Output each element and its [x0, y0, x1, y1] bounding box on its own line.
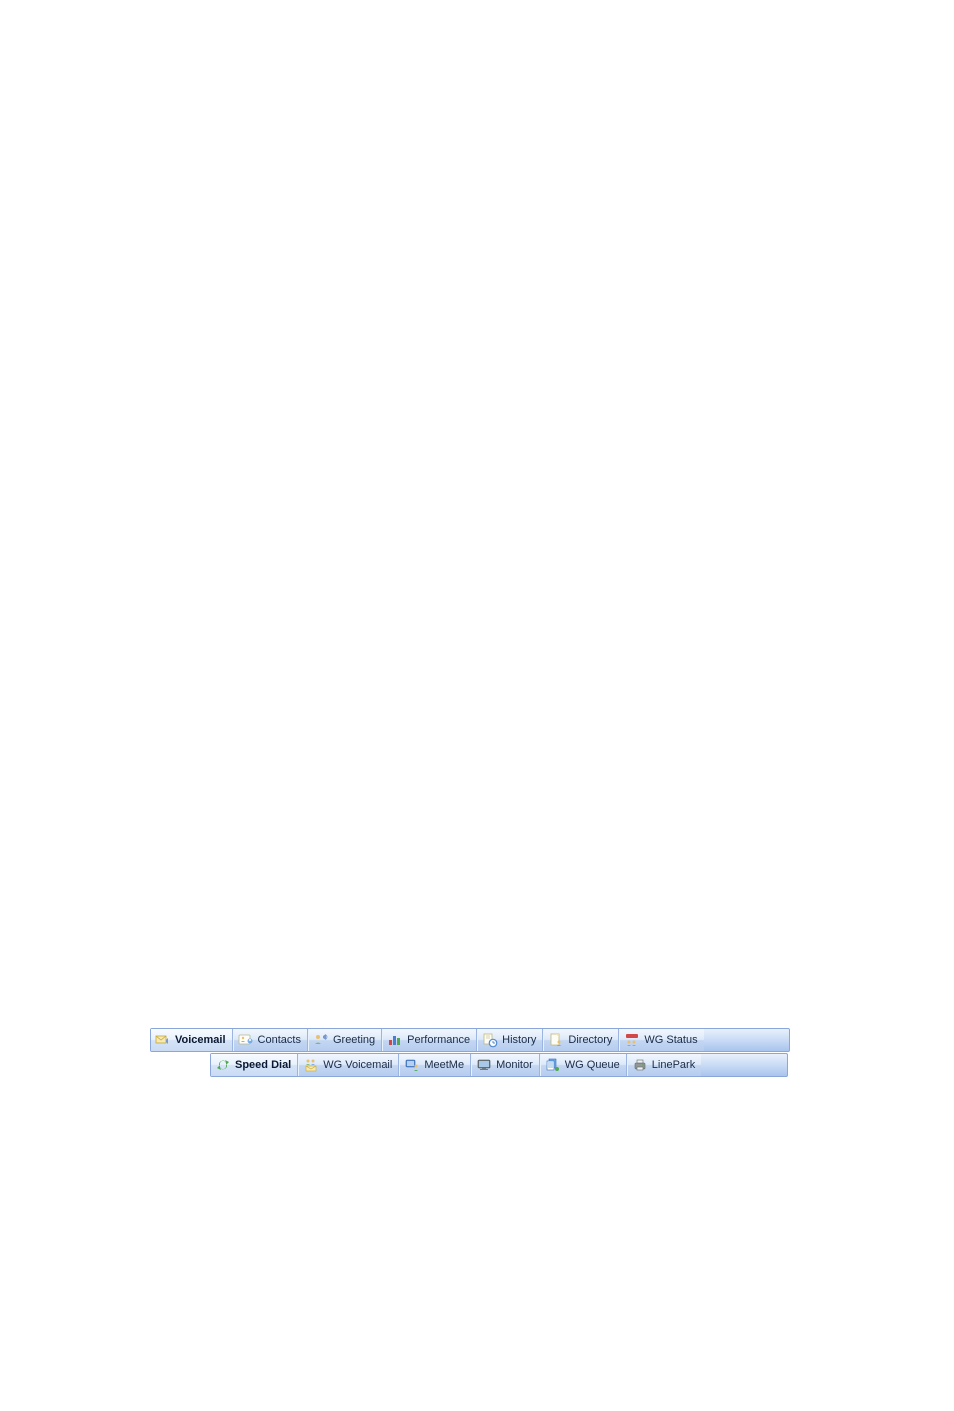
- tab-label: LinePark: [652, 1059, 695, 1071]
- people-speaker-icon: [313, 1032, 329, 1048]
- tab-row-1: Voicemail Contacts: [150, 1028, 790, 1052]
- tab-meetme[interactable]: MeetMe: [399, 1054, 471, 1076]
- tab-wg-status[interactable]: WG Status: [619, 1029, 703, 1051]
- monitor-person-icon: [404, 1057, 420, 1073]
- tab-label: WG Voicemail: [323, 1059, 392, 1071]
- tab-label: Directory: [568, 1034, 612, 1046]
- envelope-speaker-icon: [155, 1032, 171, 1048]
- tab-label: Monitor: [496, 1059, 533, 1071]
- tab-history[interactable]: History: [477, 1029, 543, 1051]
- refresh-arrows-icon: [215, 1057, 231, 1073]
- tab-linepark[interactable]: LinePark: [627, 1054, 701, 1076]
- tab-label: Greeting: [333, 1034, 375, 1046]
- tab-label: WG Status: [644, 1034, 697, 1046]
- tab-monitor[interactable]: Monitor: [471, 1054, 540, 1076]
- tab-directory[interactable]: Directory: [543, 1029, 619, 1051]
- tab-voicemail[interactable]: Voicemail: [151, 1029, 233, 1051]
- bar-chart-icon: [387, 1032, 403, 1048]
- tab-label: Contacts: [258, 1034, 301, 1046]
- card-people-icon: [238, 1032, 254, 1048]
- monitor-icon: [476, 1057, 492, 1073]
- tab-label: History: [502, 1034, 536, 1046]
- tab-greeting[interactable]: Greeting: [308, 1029, 382, 1051]
- tab-speed-dial[interactable]: Speed Dial: [211, 1054, 298, 1076]
- tab-label: WG Queue: [565, 1059, 620, 1071]
- people-status-icon: [624, 1032, 640, 1048]
- tab-wg-voicemail[interactable]: WG Voicemail: [298, 1054, 399, 1076]
- tab-label: Performance: [407, 1034, 470, 1046]
- people-envelope-icon: [303, 1057, 319, 1073]
- tab-wg-queue[interactable]: WG Queue: [540, 1054, 627, 1076]
- tab-contacts[interactable]: Contacts: [233, 1029, 308, 1051]
- document-clock-icon: [482, 1032, 498, 1048]
- tab-performance[interactable]: Performance: [382, 1029, 477, 1051]
- tab-label: Voicemail: [175, 1034, 226, 1046]
- printer-fax-icon: [632, 1057, 648, 1073]
- tab-bar-container: Voicemail Contacts: [150, 1028, 790, 1077]
- document-person-icon: [548, 1032, 564, 1048]
- tab-label: Speed Dial: [235, 1059, 291, 1071]
- tab-label: MeetMe: [424, 1059, 464, 1071]
- tab-row-2: Speed Dial WG Voicemail: [210, 1053, 788, 1077]
- document-queue-icon: [545, 1057, 561, 1073]
